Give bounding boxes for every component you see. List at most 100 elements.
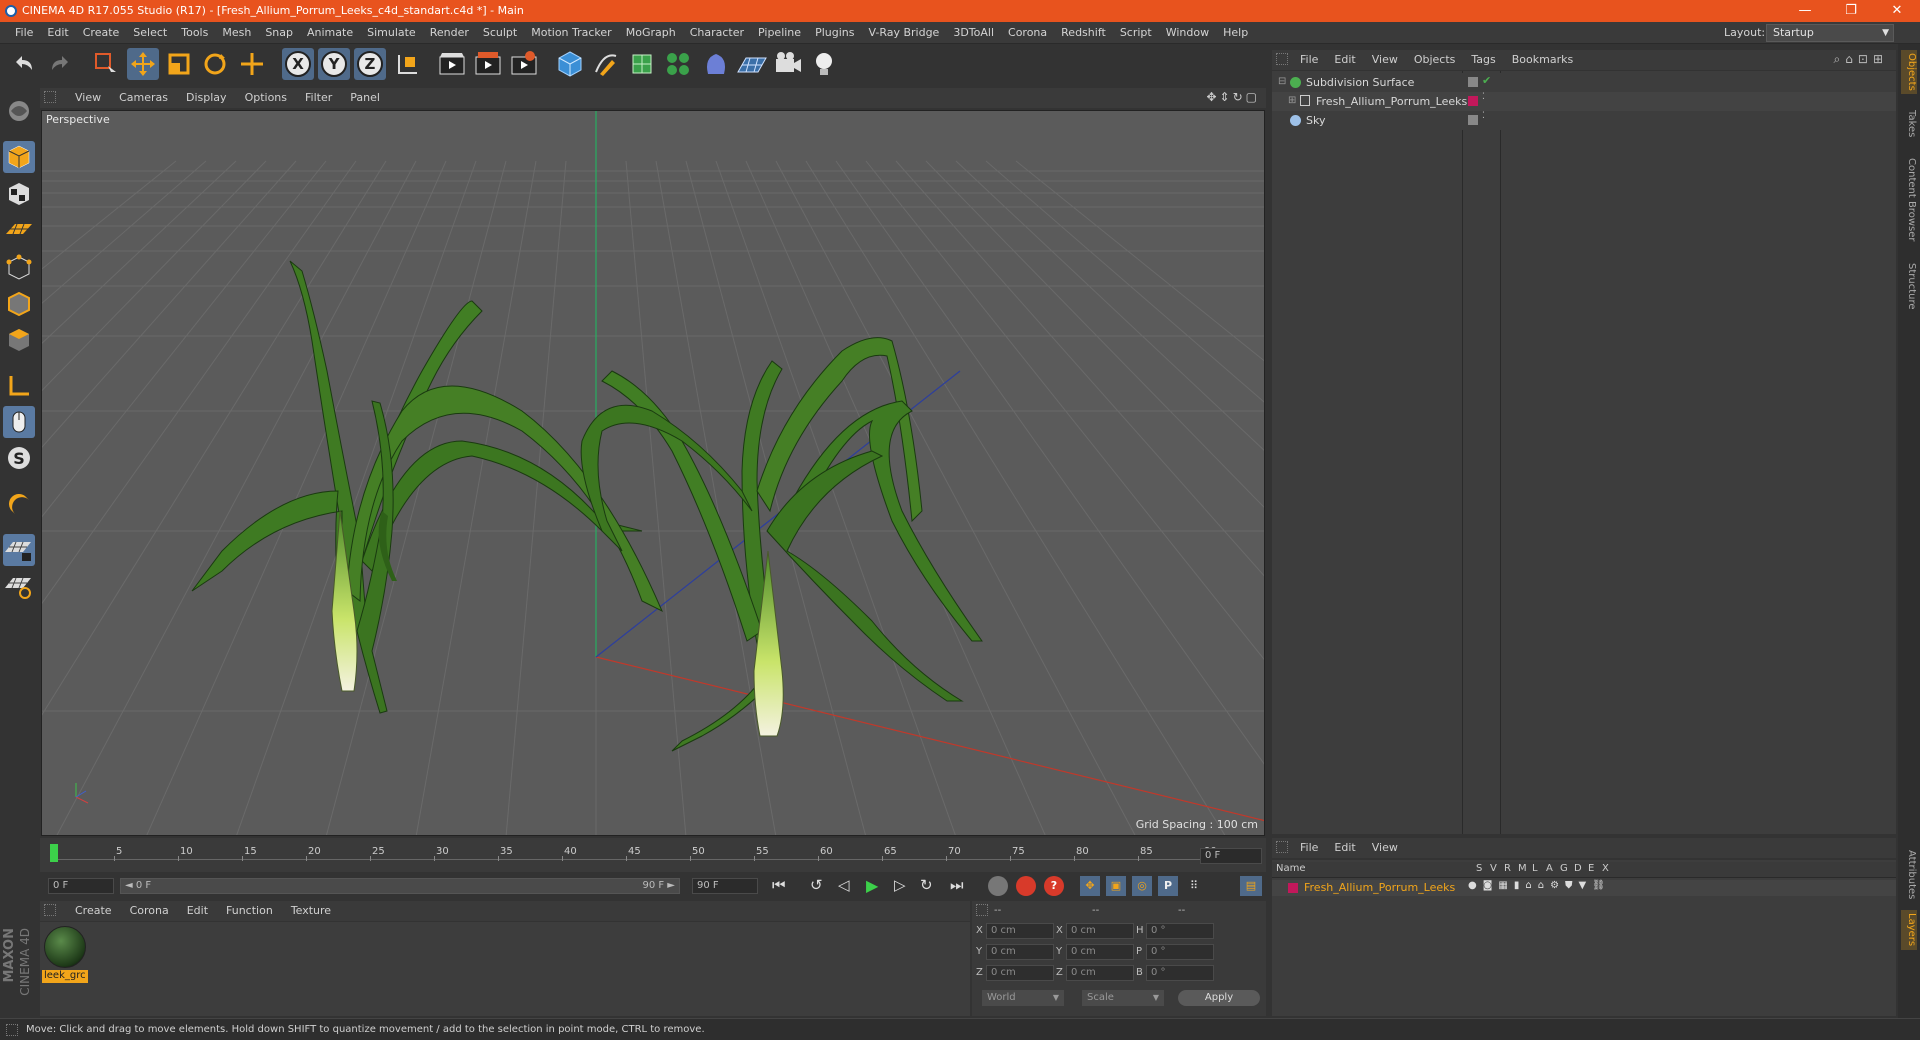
menu-character[interactable]: Character [683, 26, 751, 39]
layer-toggle-icons[interactable]: ●◙▦▮⌂⌂⚙⛊▼⛓ [1468, 880, 1611, 891]
panel-grip-icon[interactable] [44, 904, 56, 916]
menu-mesh[interactable]: Mesh [215, 26, 258, 39]
panel-grip-icon[interactable] [1276, 53, 1288, 65]
world-coordinates-icon[interactable] [392, 48, 424, 80]
enabled-check-icon[interactable]: ✔ [1482, 74, 1491, 87]
layer-column-v[interactable]: V [1490, 863, 1497, 874]
rotate-icon[interactable] [199, 48, 231, 80]
position-field[interactable]: 0 cm [986, 923, 1054, 939]
layer-column-l[interactable]: L [1532, 863, 1538, 874]
cube-icon[interactable] [554, 48, 586, 80]
tab-layers[interactable]: Layers [1901, 910, 1917, 950]
viewport-menu-view[interactable]: View [66, 91, 110, 104]
texture-mode-icon[interactable] [3, 178, 35, 210]
menu-file[interactable]: File [8, 26, 40, 39]
workplane-mode-icon[interactable] [3, 214, 35, 246]
menu-sculpt[interactable]: Sculpt [476, 26, 524, 39]
menu-pipeline[interactable]: Pipeline [751, 26, 808, 39]
layer-name[interactable]: Fresh_Allium_Porrum_Leeks [1304, 881, 1455, 894]
move-icon[interactable] [127, 48, 159, 80]
panel-grip-icon[interactable] [1276, 841, 1288, 853]
object-menu-view[interactable]: View [1364, 53, 1406, 66]
render-view-icon[interactable] [436, 48, 468, 80]
start-frame-field[interactable]: 0 F [48, 878, 114, 894]
live-selection-icon[interactable] [90, 48, 122, 80]
model-mode-icon[interactable] [3, 141, 35, 173]
rotation-field[interactable]: 0 ° [1146, 965, 1214, 981]
object-manager-search-icons[interactable]: ⌕⌂⊡⊞ [1834, 52, 1888, 67]
object-row-subdivision[interactable]: ⊟ Subdivision Surface ✔ [1272, 73, 1896, 92]
floor-icon[interactable] [736, 48, 768, 80]
make-editable-icon[interactable] [3, 95, 35, 127]
layer-column-r[interactable]: R [1504, 863, 1511, 874]
material-menu-corona[interactable]: Corona [121, 904, 178, 917]
close-button[interactable]: ✕ [1874, 0, 1920, 22]
material-menu-create[interactable]: Create [66, 904, 121, 917]
layer-tag-icon[interactable] [1468, 115, 1478, 125]
z-axis-lock-icon[interactable]: Z [354, 48, 386, 80]
layer-menu-edit[interactable]: Edit [1326, 841, 1363, 854]
viewport-menu-display[interactable]: Display [177, 91, 236, 104]
layer-menu-file[interactable]: File [1292, 841, 1326, 854]
menu-script[interactable]: Script [1113, 26, 1159, 39]
expand-icon[interactable]: ⊞ [1288, 95, 1296, 106]
material-menu-function[interactable]: Function [217, 904, 282, 917]
object-row-sky[interactable]: Sky ⁚ [1272, 111, 1896, 130]
layer-column-m[interactable]: M [1518, 863, 1527, 874]
layer-menu-view[interactable]: View [1364, 841, 1406, 854]
scale-icon[interactable] [163, 48, 195, 80]
key-pla-icon[interactable]: ⠿ [1184, 876, 1204, 896]
tab-content-browser[interactable]: Content Browser [1901, 150, 1917, 250]
solo-icon[interactable]: S [3, 442, 35, 474]
keyframe-selection-icon[interactable] [988, 876, 1008, 896]
menu-snap[interactable]: Snap [258, 26, 300, 39]
layer-column-s[interactable]: S [1476, 863, 1482, 874]
menu-render[interactable]: Render [423, 26, 476, 39]
layer-column-a[interactable]: A [1546, 863, 1553, 874]
polygons-mode-icon[interactable] [3, 324, 35, 356]
camera-icon[interactable] [772, 48, 804, 80]
timeline-window-icon[interactable]: ▤ [1240, 876, 1262, 896]
menu-edit[interactable]: Edit [40, 26, 75, 39]
rotation-field[interactable]: 0 ° [1146, 923, 1214, 939]
coordinate-mode-dropdown[interactable]: World ▼ [982, 990, 1064, 1006]
menu-redshift[interactable]: Redshift [1054, 26, 1113, 39]
current-frame-field[interactable]: 0 F [1200, 848, 1262, 864]
layer-color-icon[interactable] [1468, 96, 1478, 106]
material-name[interactable]: leek_grc [42, 970, 88, 983]
size-field[interactable]: 0 cm [1066, 944, 1134, 960]
pen-icon[interactable] [590, 48, 622, 80]
redo-icon[interactable] [44, 48, 76, 80]
subdivision-icon[interactable] [626, 48, 658, 80]
size-field[interactable]: 0 cm [1066, 923, 1134, 939]
minimize-button[interactable]: — [1782, 0, 1828, 22]
menu-animate[interactable]: Animate [300, 26, 360, 39]
viewport-nav-icons[interactable]: ✥⇕↻▢ [1206, 90, 1260, 104]
object-menu-edit[interactable]: Edit [1326, 53, 1363, 66]
x-axis-lock-icon[interactable]: X [282, 48, 314, 80]
autokey-icon[interactable]: ? [1044, 876, 1064, 896]
menu-help[interactable]: Help [1216, 26, 1255, 39]
y-axis-lock-icon[interactable]: Y [318, 48, 350, 80]
menu-corona[interactable]: Corona [1001, 26, 1054, 39]
end-frame-field[interactable]: 90 F [692, 878, 758, 894]
material-menu-edit[interactable]: Edit [178, 904, 217, 917]
object-menu-objects[interactable]: Objects [1406, 53, 1464, 66]
key-position-icon[interactable]: ✥ [1080, 876, 1100, 896]
position-field[interactable]: 0 cm [986, 965, 1054, 981]
viewport-menu-filter[interactable]: Filter [296, 91, 341, 104]
restore-button[interactable]: ❐ [1828, 0, 1874, 22]
layout-dropdown[interactable]: Startup ▼ [1766, 24, 1894, 42]
menu-3dtoall[interactable]: 3DToAll [946, 26, 1001, 39]
apply-button[interactable]: Apply [1178, 990, 1260, 1006]
key-parameter-icon[interactable]: P [1158, 876, 1178, 896]
layer-column-name[interactable]: Name [1276, 863, 1306, 874]
previous-frame-icon[interactable]: ◁ [838, 876, 860, 896]
visibility-dots-icon[interactable]: ⁚ [1482, 92, 1485, 102]
range-slider[interactable]: ◄ 0 F 90 F ► [120, 878, 680, 894]
points-mode-icon[interactable] [3, 252, 35, 284]
layer-color-swatch[interactable] [1288, 883, 1298, 893]
menu-simulate[interactable]: Simulate [360, 26, 423, 39]
menu-window[interactable]: Window [1159, 26, 1216, 39]
menu-create[interactable]: Create [76, 26, 127, 39]
